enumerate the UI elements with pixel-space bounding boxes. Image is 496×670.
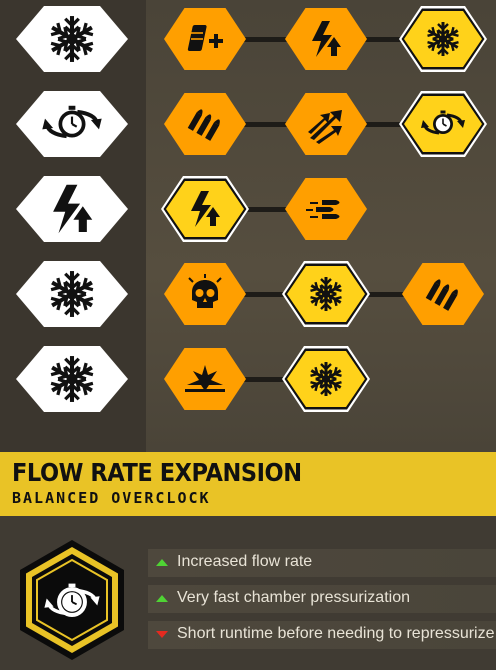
effect-text: Very fast chamber pressurization: [177, 589, 410, 606]
triangle-down-icon: [156, 631, 168, 638]
tier-badge: [16, 176, 128, 242]
triangle-up-icon: [156, 595, 168, 602]
effect-negative: Short runtime before needing to repressu…: [148, 621, 496, 649]
tier-row: [0, 6, 496, 76]
effect-positive: Increased flow rate: [148, 549, 496, 577]
mod-option-selected[interactable]: [282, 261, 370, 327]
mod-option-selected[interactable]: [282, 346, 370, 412]
effect-text: Short runtime before needing to repressu…: [177, 625, 495, 642]
tier-badge: [16, 261, 128, 327]
tier-row: [0, 346, 496, 416]
mod-option[interactable]: [164, 93, 246, 155]
overclock-badge: [10, 538, 134, 662]
tier-badge: [16, 91, 128, 157]
effect-text: Increased flow rate: [177, 553, 313, 570]
mod-option[interactable]: [285, 8, 367, 70]
mod-option-selected[interactable]: [161, 176, 249, 242]
effect-positive: Very fast chamber pressurization: [148, 585, 496, 613]
mod-option[interactable]: [402, 263, 484, 325]
triangle-up-icon: [156, 559, 168, 566]
mod-option[interactable]: [164, 263, 246, 325]
overclock-title: FLOW RATE EXPANSION: [12, 458, 302, 487]
tier-badge: [16, 6, 128, 72]
mod-option[interactable]: [164, 348, 246, 410]
mod-option[interactable]: [285, 178, 367, 240]
mod-option[interactable]: [285, 93, 367, 155]
tier-row: [0, 261, 496, 331]
mod-option[interactable]: [164, 8, 246, 70]
tier-badge: [16, 346, 128, 412]
mod-option-selected[interactable]: [399, 91, 487, 157]
overclock-subtitle: BALANCED OVERCLOCK: [12, 489, 211, 507]
tier-row: [0, 91, 496, 161]
mod-option-selected[interactable]: [399, 6, 487, 72]
tier-row: [0, 176, 496, 246]
